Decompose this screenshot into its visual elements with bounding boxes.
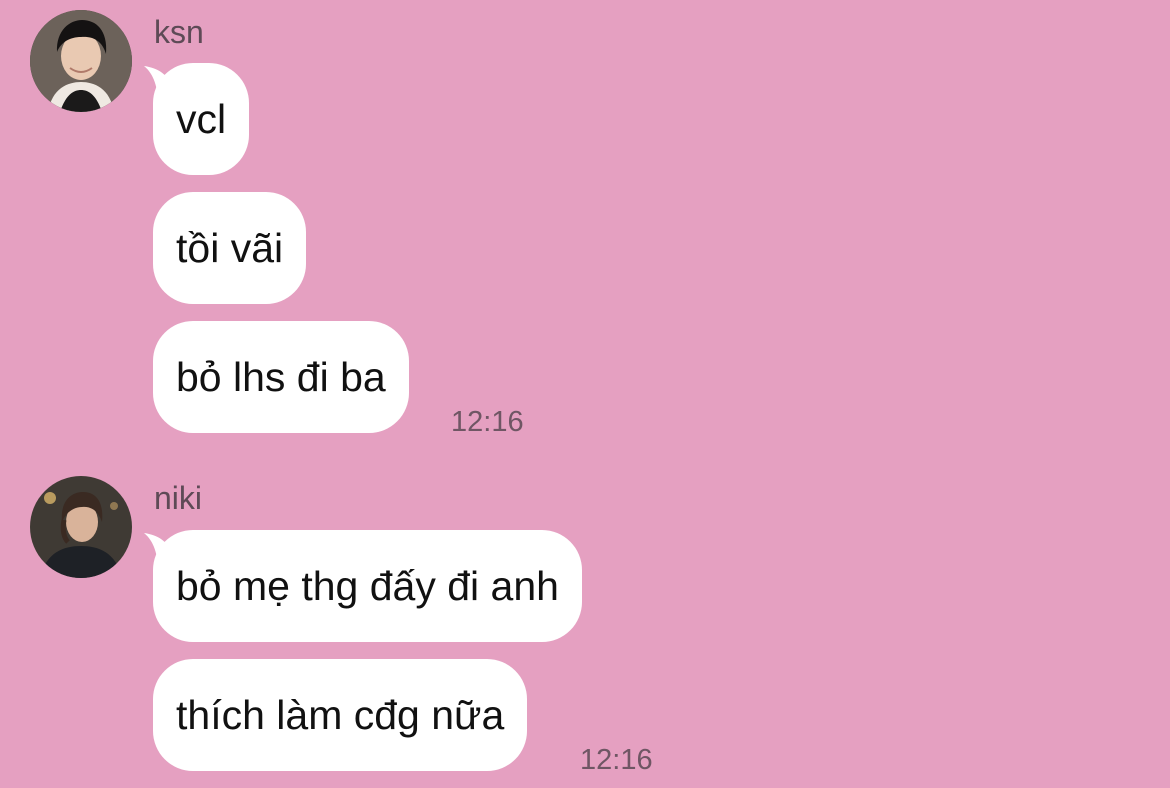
avatar-niki[interactable]	[30, 476, 132, 578]
avatar-photo-icon	[30, 476, 132, 578]
message-text: bỏ mẹ thg đấy đi anh	[176, 562, 559, 609]
message-bubble[interactable]: bỏ mẹ thg đấy đi anh	[153, 530, 582, 642]
message-group-niki: niki bỏ mẹ thg đấy đi anh thích làm cđg …	[0, 0, 1170, 788]
message-timestamp: 12:16	[580, 744, 653, 776]
message-bubble[interactable]: thích làm cđg nữa	[153, 659, 528, 771]
message-text: thích làm cđg nữa	[176, 691, 505, 738]
sender-name: niki	[154, 480, 203, 516]
